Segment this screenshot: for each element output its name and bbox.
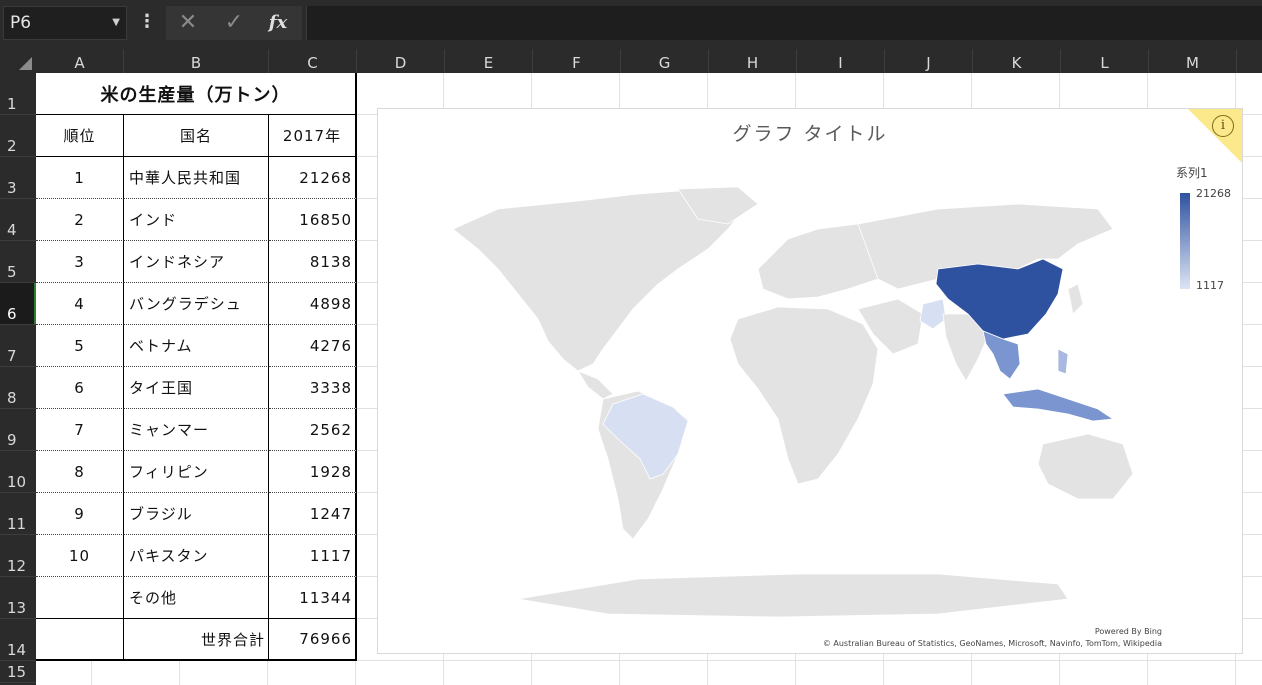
table-cell-value[interactable]: 3338 <box>269 367 357 409</box>
philippines-region <box>1057 348 1069 375</box>
map-credit-sources: © Australian Bureau of Statistics, GeoNa… <box>822 639 1162 648</box>
total-blank-cell[interactable] <box>36 619 124 661</box>
dropdown-arrow-icon[interactable]: ▼ <box>112 7 120 39</box>
table-cell-value[interactable]: 1928 <box>269 451 357 493</box>
header-rank[interactable]: 順位 <box>36 115 124 157</box>
table-cell-rank[interactable]: 9 <box>36 493 124 535</box>
table-cell-rank[interactable]: 10 <box>36 535 124 577</box>
table-cell-country[interactable]: フィリピン <box>124 451 269 493</box>
row-header-3[interactable]: 3 <box>0 157 36 199</box>
column-header-e[interactable]: E <box>445 49 533 73</box>
table-cell-value[interactable]: 21268 <box>269 157 357 199</box>
row-header: 1 2 3 4 5 6 7 8 9 10 11 12 13 14 15 <box>0 73 36 685</box>
insert-function-icon[interactable]: fx <box>258 6 298 40</box>
table-cell-value[interactable]: 1117 <box>269 535 357 577</box>
row-header-14[interactable]: 14 <box>0 619 36 661</box>
table-cell-rank[interactable]: 5 <box>36 325 124 367</box>
row-header-4[interactable]: 4 <box>0 199 36 241</box>
table-cell-rank[interactable]: 6 <box>36 367 124 409</box>
row-header-12[interactable]: 12 <box>0 535 36 577</box>
table-cell-country[interactable]: ミャンマー <box>124 409 269 451</box>
central-america-landmass <box>577 370 614 400</box>
table-cell-rank[interactable] <box>36 577 124 619</box>
antarctica-landmass <box>517 573 1069 618</box>
column-header-c[interactable]: C <box>269 49 357 73</box>
table-cell-value[interactable]: 16850 <box>269 199 357 241</box>
table-cell-country[interactable]: タイ王国 <box>124 367 269 409</box>
column-header-k[interactable]: K <box>973 49 1061 73</box>
japan-landmass <box>1067 283 1084 315</box>
row-header-1[interactable]: 1 <box>0 73 36 115</box>
southeast-asia-mainland <box>982 330 1021 380</box>
table-cell-country[interactable]: その他 <box>124 577 269 619</box>
name-box-value: P6 <box>10 13 32 33</box>
table-cell-rank[interactable]: 7 <box>36 409 124 451</box>
name-box[interactable]: P6 ▼ <box>3 6 127 40</box>
formula-input[interactable] <box>306 6 1262 40</box>
world-map <box>452 186 1134 618</box>
table-cell-rank[interactable]: 1 <box>36 157 124 199</box>
column-header-g[interactable]: G <box>621 49 709 73</box>
total-value[interactable]: 76966 <box>269 619 357 661</box>
row-header-8[interactable]: 8 <box>0 367 36 409</box>
row-header-15[interactable]: 15 <box>0 661 36 683</box>
row-header-2[interactable]: 2 <box>0 115 36 157</box>
row-header-5[interactable]: 5 <box>0 241 36 283</box>
table-cell-country[interactable]: バングラデシュ <box>124 283 269 325</box>
enter-icon[interactable]: ✓ <box>214 6 254 40</box>
table-cell-value[interactable]: 1247 <box>269 493 357 535</box>
cancel-icon[interactable]: ✕ <box>168 6 208 40</box>
table-title[interactable]: 米の生産量（万トン） <box>36 73 357 115</box>
table-cell-value[interactable]: 2562 <box>269 409 357 451</box>
column-header-m[interactable]: M <box>1149 49 1237 73</box>
column-header-overflow <box>1237 49 1262 73</box>
map-credit-powered: Powered By Bing <box>1094 627 1162 636</box>
table-cell-country[interactable]: ブラジル <box>124 493 269 535</box>
column-header-h[interactable]: H <box>709 49 797 73</box>
row-header-13[interactable]: 13 <box>0 577 36 619</box>
table-cell-country[interactable]: インド <box>124 199 269 241</box>
total-label[interactable]: 世界合計 <box>124 619 269 661</box>
table-cell-value[interactable]: 8138 <box>269 241 357 283</box>
table-cell-value[interactable]: 11344 <box>269 577 357 619</box>
column-header-j[interactable]: J <box>885 49 973 73</box>
map-chart[interactable]: グラフ タイトル i 系列1 21268 1117 Powered By Bin… <box>377 108 1243 654</box>
column-header: A B C D E F G H I J K L M <box>0 49 1262 73</box>
africa-landmass <box>729 306 879 485</box>
column-header-l[interactable]: L <box>1061 49 1149 73</box>
row-header-7[interactable]: 7 <box>0 325 36 367</box>
column-header-a[interactable]: A <box>36 49 124 73</box>
table-cell-rank[interactable]: 3 <box>36 241 124 283</box>
table-cell-value[interactable]: 4276 <box>269 325 357 367</box>
indonesia-region <box>1002 388 1115 422</box>
row-header-11[interactable]: 11 <box>0 493 36 535</box>
column-header-b[interactable]: B <box>124 49 269 73</box>
row-header-6[interactable]: 6 <box>0 283 36 325</box>
row-header-10[interactable]: 10 <box>0 451 36 493</box>
formula-buttons: ✕ ✓ fx <box>166 6 302 40</box>
table-cell-country[interactable]: インドネシア <box>124 241 269 283</box>
header-year[interactable]: 2017年 <box>269 115 357 157</box>
table-cell-country[interactable]: 中華人民共和国 <box>124 157 269 199</box>
table-cell-rank[interactable]: 2 <box>36 199 124 241</box>
select-all-corner[interactable] <box>0 49 36 73</box>
table-cell-rank[interactable]: 8 <box>36 451 124 493</box>
column-header-d[interactable]: D <box>357 49 445 73</box>
more-options-icon[interactable]: ⋮ <box>136 8 158 38</box>
column-header-i[interactable]: I <box>797 49 885 73</box>
table-cell-rank[interactable]: 4 <box>36 283 124 325</box>
row-header-9[interactable]: 9 <box>0 409 36 451</box>
header-country[interactable]: 国名 <box>124 115 269 157</box>
formula-bar: P6 ▼ ⋮ ✕ ✓ fx <box>0 0 1262 49</box>
australia-landmass <box>1037 433 1134 500</box>
column-header-f[interactable]: F <box>533 49 621 73</box>
table-cell-country[interactable]: パキスタン <box>124 535 269 577</box>
pakistan-region <box>919 298 947 330</box>
table-cell-country[interactable]: ベトナム <box>124 325 269 367</box>
table-cell-value[interactable]: 4898 <box>269 283 357 325</box>
